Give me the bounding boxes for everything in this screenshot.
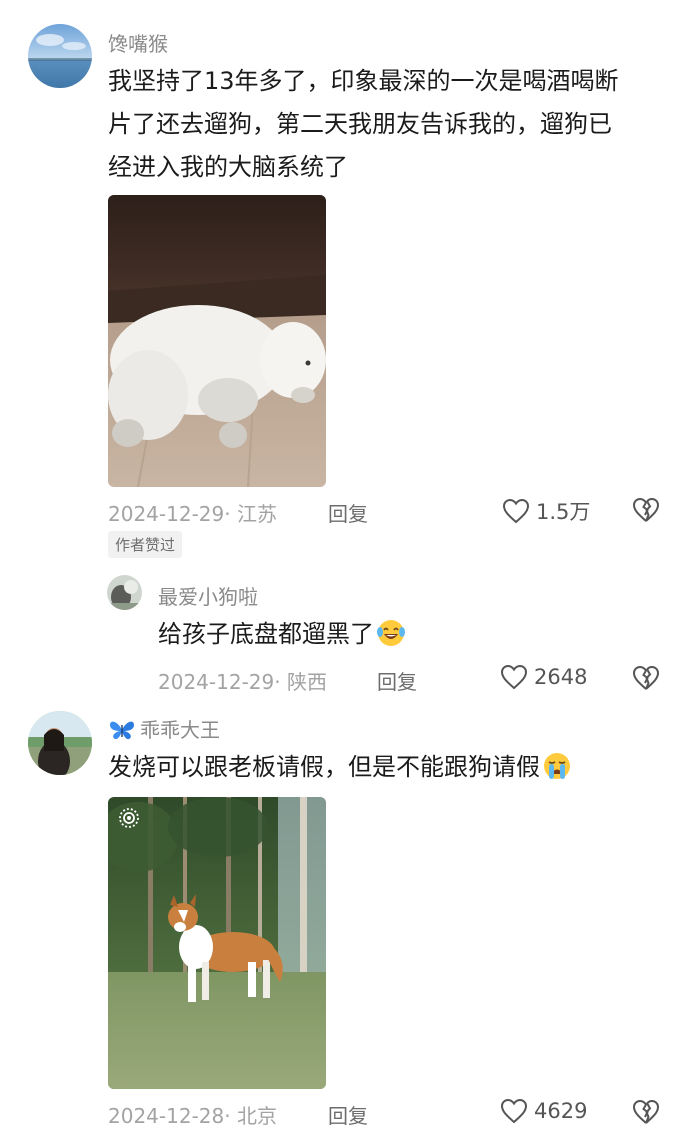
comment-date-location: 2024-12-28· 北京	[108, 1104, 277, 1128]
username[interactable]: 最爱小狗啦	[158, 581, 258, 610]
like-button[interactable]: 1.5万	[502, 496, 590, 526]
reply-button[interactable]: 回复	[377, 666, 417, 695]
butterfly-icon	[110, 721, 134, 740]
author-liked-badge: 作者赞过	[108, 531, 183, 558]
like-button[interactable]: 2648	[500, 664, 587, 690]
username-text: 乖乖大王	[140, 718, 220, 742]
comment-text-line: 经进入我的大脑系统了	[108, 153, 348, 181]
avatar[interactable]	[28, 24, 92, 88]
dislike-button[interactable]	[632, 497, 660, 527]
heart-outline-icon	[502, 498, 530, 524]
comment-image[interactable]	[108, 195, 326, 487]
comment-text-line: 片了还去遛狗，第二天我朋友告诉我的，遛狗已	[108, 110, 612, 138]
dislike-button[interactable]	[632, 1099, 660, 1129]
heart-outline-icon	[500, 664, 528, 690]
like-count: 1.5万	[536, 500, 591, 524]
laughing-tears-emoji	[377, 620, 405, 646]
reply-button[interactable]: 回复	[328, 498, 368, 527]
dislike-button[interactable]	[632, 665, 660, 695]
broken-heart-icon	[632, 665, 660, 690]
avatar[interactable]	[28, 711, 92, 775]
like-count: 2648	[534, 665, 588, 689]
broken-heart-icon	[632, 497, 660, 522]
comment-text-body: 给孩子底盘都遛黑了	[158, 620, 374, 648]
username[interactable]: 馋嘴猴	[108, 28, 168, 57]
like-button[interactable]: 4629	[500, 1098, 587, 1124]
avatar[interactable]	[107, 575, 142, 610]
username[interactable]: 乖乖大王	[108, 714, 220, 743]
comment-text-body: 发烧可以跟老板请假，但是不能跟狗请假	[108, 753, 540, 781]
comment-text: 发烧可以跟老板请假，但是不能跟狗请假	[108, 746, 678, 789]
comment-image[interactable]	[108, 797, 326, 1089]
comment-text-line: 我坚持了13年多了，印象最深的一次是喝酒喝断	[108, 67, 619, 95]
like-count: 4629	[534, 1099, 588, 1123]
broken-heart-icon	[632, 1099, 660, 1124]
comment-text: 我坚持了13年多了，印象最深的一次是喝酒喝断 片了还去遛狗，第二天我朋友告诉我的…	[108, 60, 678, 189]
reply-button[interactable]: 回复	[328, 1100, 368, 1129]
crying-emoji	[544, 753, 570, 779]
comment-text: 给孩子底盘都遛黑了	[158, 613, 658, 656]
comment-1: 馋嘴猴 我坚持了13年多了，印象最深的一次是喝酒喝断 片了还去遛狗，第二天我朋友…	[0, 0, 690, 560]
comment-date-location: 2024-12-29· 陕西	[158, 670, 327, 694]
heart-outline-icon	[500, 1098, 528, 1124]
comment-date-location: 2024-12-29· 江苏	[108, 502, 277, 526]
comment-3: 乖乖大王 发烧可以跟老板请假，但是不能跟狗请假 2024-12-28· 北京 回…	[0, 700, 690, 1140]
comment-2: 最爱小狗啦 给孩子底盘都遛黑了 2024-12-29· 陕西 回复 2648	[0, 560, 690, 700]
